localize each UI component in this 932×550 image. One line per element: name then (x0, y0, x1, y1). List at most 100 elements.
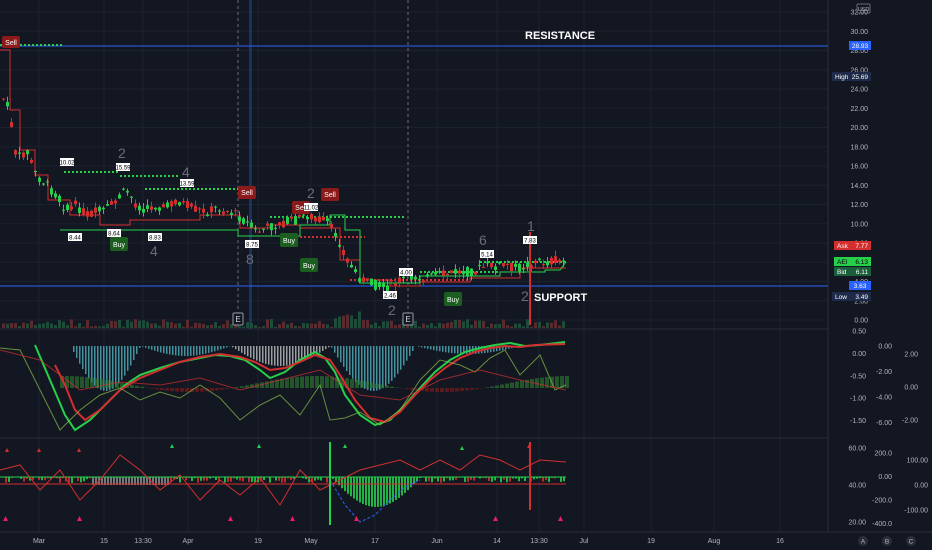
macd-histogram-bar (118, 346, 120, 384)
macd-axis-label: 0.50 (852, 329, 866, 336)
macd-histogram-bar (199, 346, 201, 355)
volume-bar (206, 325, 209, 328)
osc-histogram-bar (404, 477, 406, 493)
candle-body (34, 171, 37, 173)
buy-signal[interactable]: Buy (300, 258, 318, 272)
candle-body (322, 216, 325, 221)
price-axis-label: 20.00 (850, 125, 868, 132)
svg-text:Sell: Sell (5, 40, 17, 47)
macd-histogram-bar (160, 346, 162, 353)
macd-histogram-bar (166, 346, 168, 354)
candle-body (506, 263, 509, 265)
buy-signal[interactable]: Buy (280, 233, 298, 247)
buy-signal[interactable]: Buy (110, 237, 128, 251)
macd-histogram-bar (271, 346, 273, 366)
trading-chart[interactable]: RESISTANCE SUPPORT Sell Buy Sell Buy Buy (0, 0, 932, 550)
candle-body (274, 227, 277, 229)
volume-bar (30, 320, 33, 328)
osc-histogram-bar (518, 477, 520, 482)
svg-text:C: C (909, 539, 914, 546)
volume-bar (414, 320, 417, 328)
volume-bar (182, 326, 185, 328)
macd-histogram-bar (358, 346, 360, 385)
macd-histogram-bar (349, 346, 351, 376)
candle-body (58, 195, 61, 202)
sell-signal[interactable]: Sell (321, 188, 339, 201)
macd-histogram-bar (82, 346, 84, 370)
macd-histogram-bar (268, 346, 270, 365)
candle-body (294, 216, 297, 225)
svg-text:Ask: Ask (837, 243, 849, 250)
volume-bar (370, 324, 373, 328)
earnings-marker[interactable]: E (402, 312, 414, 326)
volume-bar (386, 321, 389, 328)
macd-histogram-bar (466, 346, 468, 354)
button-c[interactable]: C (906, 536, 916, 546)
macd-histogram-bar (337, 346, 339, 358)
volume-bar (522, 326, 525, 328)
macd-histogram-bar (343, 346, 345, 367)
volume-bar (250, 323, 253, 328)
sell-signal[interactable]: Sell (2, 36, 20, 48)
earnings-marker[interactable]: E (232, 312, 244, 326)
button-b[interactable]: B (882, 536, 892, 546)
candle-body (554, 256, 557, 263)
macd-bar (150, 388, 154, 389)
macd-bar (185, 388, 189, 392)
macd-histogram-bar (334, 346, 336, 353)
candle-body (390, 280, 393, 282)
macd-histogram-bar (244, 346, 246, 355)
macd-histogram-bar (355, 346, 357, 382)
candle-body (314, 217, 317, 222)
candle-body (66, 204, 69, 211)
candle-body (278, 222, 281, 226)
volume-bar (70, 319, 73, 328)
candle-body (178, 202, 181, 206)
highlight-band (249, 0, 252, 329)
volume-bar (174, 323, 177, 328)
macd-bar (455, 388, 459, 392)
osc-histogram-bar (563, 477, 565, 482)
osc-histogram-bar (239, 477, 241, 481)
candle-body (210, 206, 213, 213)
candle-body (366, 278, 369, 280)
volume-bar (6, 323, 9, 328)
macd-histogram-bar (157, 346, 159, 352)
osc-histogram-bar (83, 477, 85, 482)
osc-axis-label: -100.00 (904, 508, 928, 515)
volume-bar (546, 322, 549, 328)
osc-histogram-bar (5, 477, 7, 483)
macd-histogram-bar (76, 346, 78, 358)
macd-histogram-bar (226, 346, 228, 348)
candle-body (174, 199, 177, 205)
osc-histogram-bar (506, 477, 508, 483)
volume-bar (326, 324, 329, 328)
volume-bar (270, 319, 273, 328)
volume-bar (10, 323, 13, 328)
candle-body (146, 205, 149, 209)
macd-bar (135, 385, 139, 388)
volume-bar (282, 321, 285, 328)
sell-signal[interactable]: Sell (238, 186, 256, 199)
osc-histogram-bar (398, 477, 400, 498)
volume-bar (262, 326, 265, 328)
candle-body (162, 204, 165, 208)
candle-body (182, 201, 185, 203)
volume-bar (166, 321, 169, 328)
osc-axis-label: 0.00 (914, 483, 928, 490)
svg-text:B: B (885, 539, 889, 546)
volume-bar (122, 326, 125, 328)
volume-bar (110, 320, 113, 328)
button-a[interactable]: A (858, 536, 868, 546)
candle-body (394, 283, 397, 286)
volume-bar (310, 323, 313, 328)
buy-signal[interactable]: Buy (444, 292, 462, 306)
svg-text:8.75: 8.75 (246, 243, 258, 249)
macd-histogram-bar (346, 346, 348, 372)
macd-histogram-bar (91, 346, 93, 383)
candle-body (38, 177, 41, 182)
macd-histogram-bar (451, 346, 453, 354)
candle-body (98, 206, 101, 212)
price-axis-label: 22.00 (850, 106, 868, 113)
macd-histogram-bar (73, 346, 75, 353)
